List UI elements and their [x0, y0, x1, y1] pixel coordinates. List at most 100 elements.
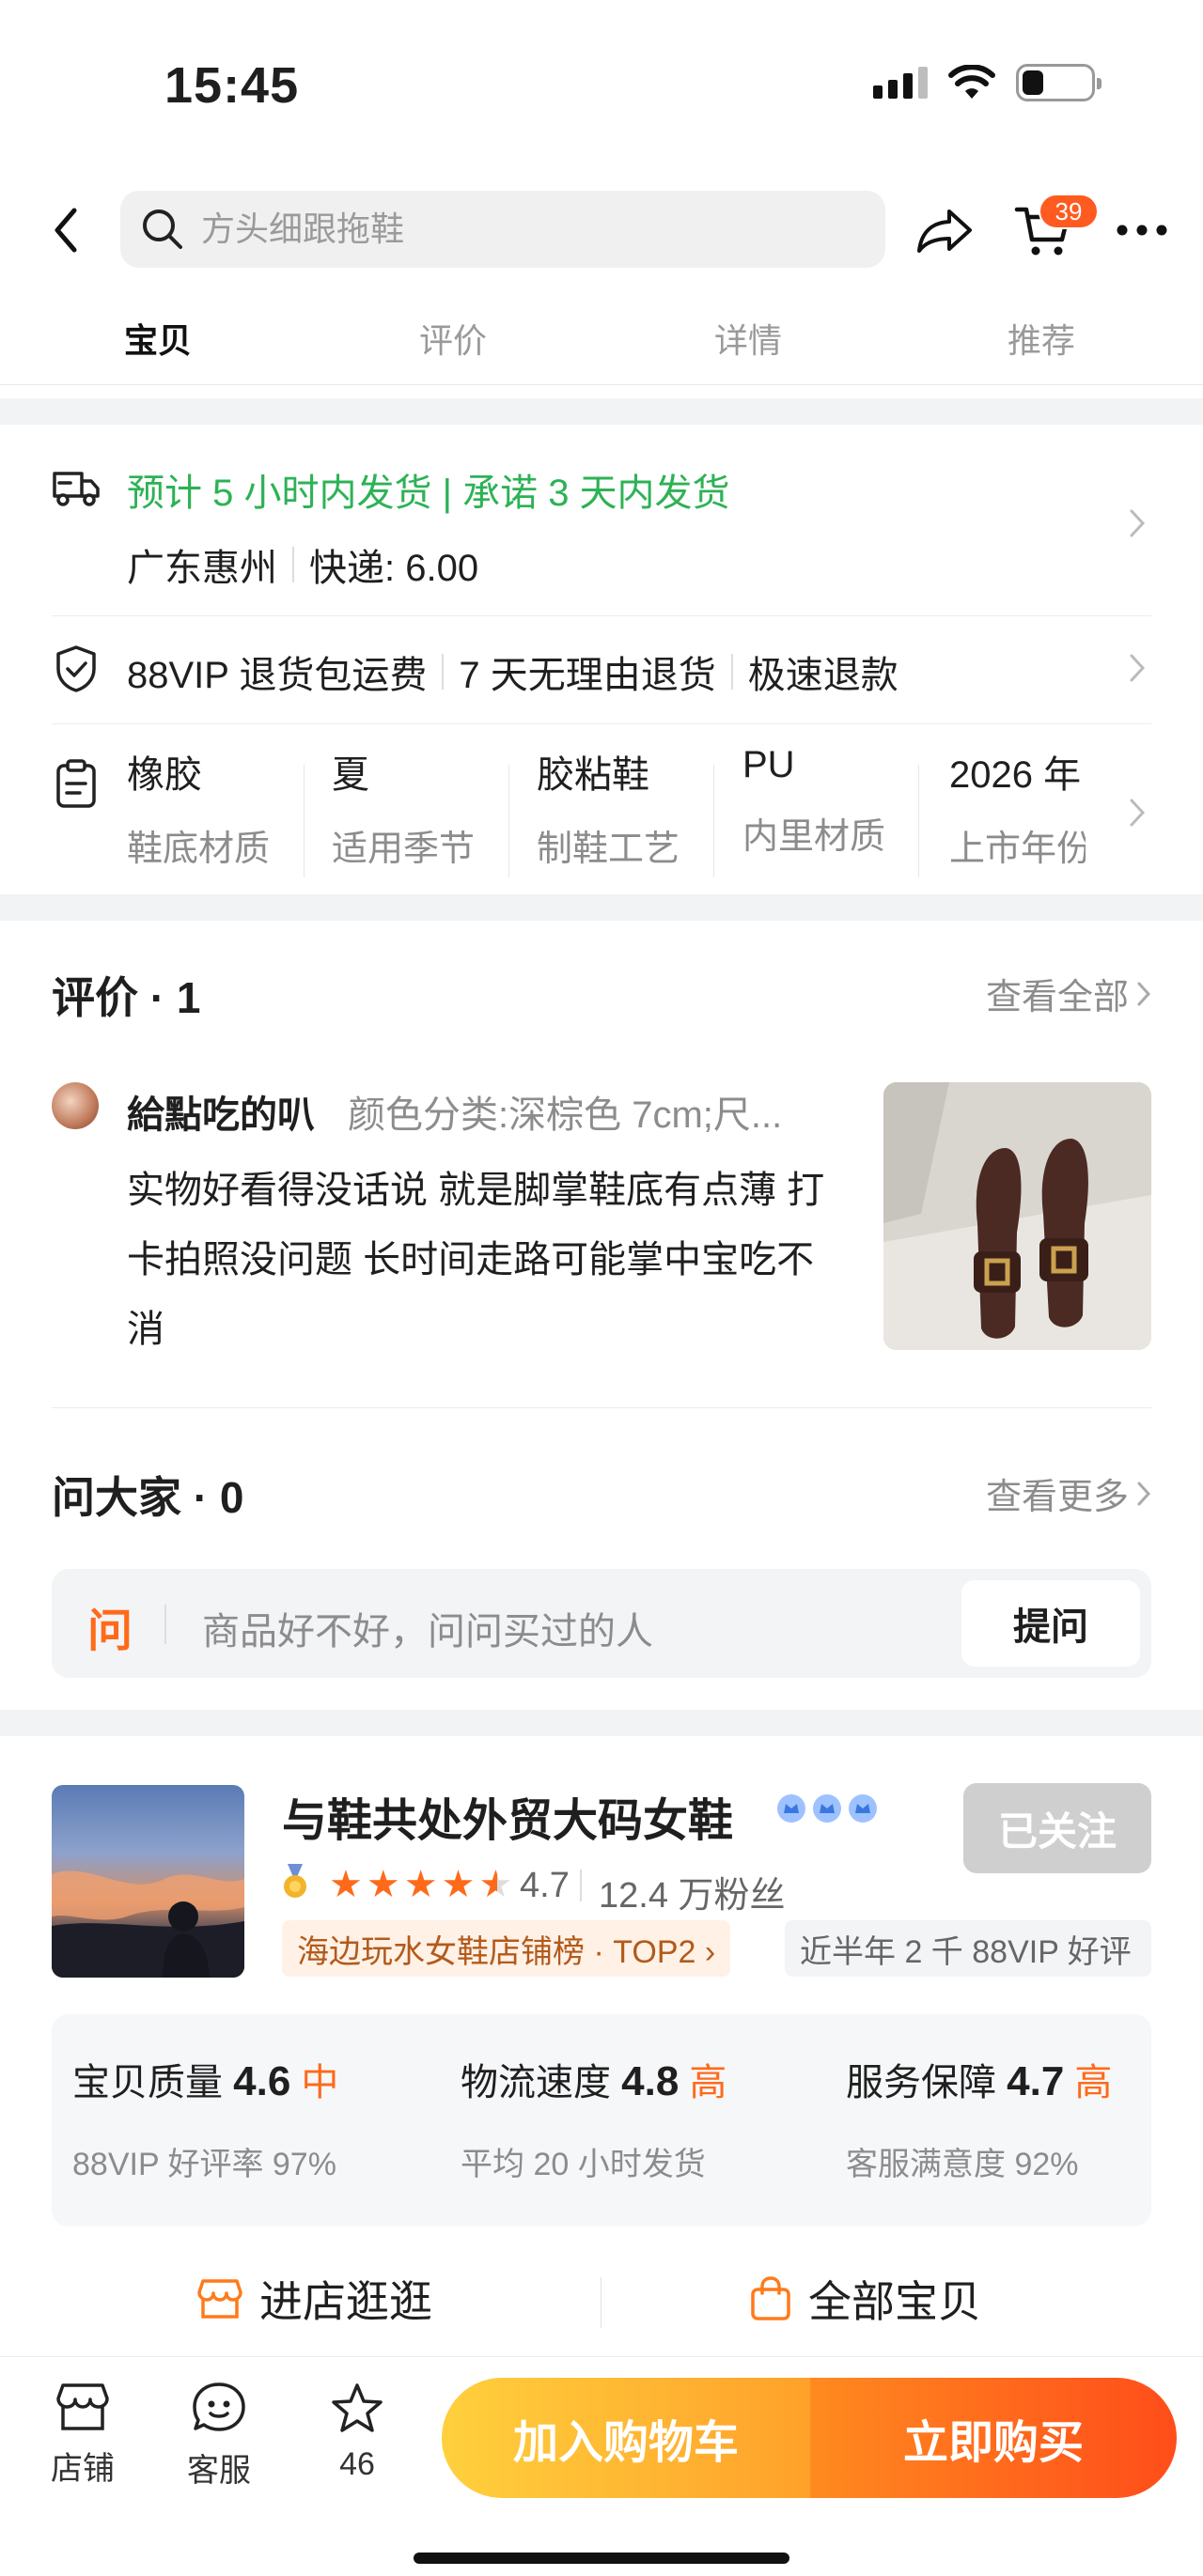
review-photo[interactable] — [883, 1082, 1151, 1350]
chevron-right-icon[interactable] — [1123, 509, 1151, 537]
status-time: 15:45 — [164, 57, 300, 114]
section-tabs: 宝贝 评价 详情 推荐 — [0, 301, 1203, 385]
shop-rank-tag[interactable]: 海边玩水女鞋店铺榜 · TOP2 › — [282, 1920, 731, 1977]
chevron-right-icon — [1123, 799, 1151, 827]
see-all-label: 查看全部 — [985, 978, 1129, 1017]
divider — [442, 654, 445, 690]
star-icon: ★ — [403, 1864, 438, 1905]
search-icon — [143, 209, 182, 249]
tab-item[interactable]: 宝贝 — [124, 314, 192, 363]
follow-button[interactable]: 已关注 — [963, 1783, 1151, 1873]
chevron-right-icon — [1137, 982, 1151, 1005]
ship-info: 广东惠州 快递: 6.00 — [127, 537, 478, 592]
score-level: 中 — [301, 2062, 339, 2103]
param-value: 2026 年 — [949, 754, 1082, 796]
shop-stars: ★ ★ ★ ★ ★ — [329, 1866, 512, 1903]
param-cell: 橡胶 鞋底材质 — [127, 744, 315, 876]
score-level: 高 — [689, 2062, 727, 2103]
params-scroll: 橡胶 鞋底材质 夏 适用季节 胶粘鞋 制鞋工艺 PU 内里材质 2026 年 上… — [127, 744, 1086, 885]
ship-origin: 广东惠州 — [127, 548, 277, 589]
divider — [601, 2277, 602, 2328]
star-icon: ★ — [441, 1864, 476, 1905]
store-tab[interactable]: 店铺 — [36, 2382, 130, 2489]
param-key: 内里材质 — [742, 817, 886, 857]
star-icon: ★ — [366, 1864, 400, 1905]
score-value: 4.6 — [233, 2058, 291, 2104]
param-cell: PU 内里材质 — [742, 744, 930, 876]
delivery-card: 预计 5 小时内发货 | 承诺 3 天内发货 广东惠州 快递: 6.00 88V… — [0, 425, 1203, 894]
score-label: 宝贝质量 — [72, 2062, 223, 2103]
service-item: 88VIP 退货包运费 — [127, 655, 428, 696]
ask-mark-icon: 问 — [87, 1606, 133, 1656]
shop-score-panel: 宝贝质量 4.6 中 88VIP 好评率 97% 物流速度 4.8 高 平均 2… — [52, 2014, 1151, 2227]
more-icon — [1117, 225, 1167, 236]
divider — [164, 1605, 166, 1644]
service-item: 7 天无理由退货 — [459, 655, 716, 696]
see-all-reviews-link[interactable]: 查看全部 — [986, 968, 1151, 1019]
qa-title: 问大家 · 0 — [52, 1473, 244, 1522]
crown-badges — [775, 1792, 879, 1824]
reviews-card: 评价 · 1 查看全部 給點吃的叭 颜色分类:深棕色 7cm;尺... 实物好看… — [0, 921, 1203, 1710]
score-level: 高 — [1074, 2062, 1113, 2103]
shop-fans: 12.4 万粉丝 — [599, 1876, 786, 1916]
divider — [580, 1870, 582, 1901]
more-button[interactable] — [1109, 197, 1175, 263]
divider — [918, 765, 919, 877]
enter-store-label: 进店逛逛 — [259, 2277, 432, 2326]
tab-reviews[interactable]: 评价 — [419, 314, 487, 363]
chevron-right-icon — [1137, 1482, 1151, 1505]
back-button[interactable] — [38, 202, 94, 258]
param-cell: 2026 年 上市年份 — [949, 744, 1086, 876]
favorite-count: 46 — [339, 2446, 375, 2482]
battery-icon — [1016, 64, 1101, 101]
param-key: 上市年份 — [949, 830, 1086, 869]
ask-placeholder: 商品好不好，问问买过的人 — [202, 1611, 653, 1653]
store-label: 店铺 — [51, 2451, 115, 2487]
divider — [292, 547, 294, 582]
service-row[interactable]: 88VIP 退货包运费 7 天无理由退货 极速退款 — [0, 616, 1203, 722]
tab-recommend[interactable]: 推荐 — [1008, 314, 1075, 363]
status-bar: 15:45 — [0, 0, 1203, 169]
param-value: 橡胶 — [127, 754, 202, 796]
param-key: 适用季节 — [332, 830, 476, 869]
bottom-action-bar: 店铺 客服 46 加入购物车 立即购买 — [0, 2356, 1203, 2576]
share-button[interactable] — [912, 197, 977, 263]
divider — [304, 765, 305, 877]
favorite-tab[interactable]: 46 — [310, 2382, 404, 2483]
all-items-label: 全部宝贝 — [808, 2277, 981, 2326]
signal-icon — [873, 67, 928, 99]
reviewer-name: 給點吃的叭 — [127, 1094, 315, 1136]
service-item: 极速退款 — [747, 655, 898, 696]
tab-details[interactable]: 详情 — [714, 314, 782, 363]
params-row[interactable]: 橡胶 鞋底材质 夏 适用季节 胶粘鞋 制鞋工艺 PU 内里材质 2026 年 上… — [0, 744, 1203, 885]
ask-question-box[interactable]: 问 商品好不好，问问买过的人 提问 — [52, 1569, 1151, 1678]
reviews-title: 评价 · 1 — [52, 973, 201, 1022]
all-items-button[interactable]: 全部宝贝 — [750, 2268, 981, 2330]
share-icon — [917, 209, 972, 253]
review-text[interactable]: 实物好看得没话说 就是脚掌鞋底有点薄 打卡拍照没问题 长时间走路可能掌中宝吃不消 — [127, 1156, 851, 1364]
search-input[interactable] — [201, 209, 859, 249]
param-value: 夏 — [332, 754, 369, 796]
search-bar[interactable] — [120, 191, 885, 268]
buy-now-button[interactable]: 立即购买 — [810, 2378, 1177, 2498]
add-to-cart-button[interactable]: 加入购物车 — [442, 2378, 810, 2498]
score-sub: 客服满意度 92% — [846, 2147, 1079, 2182]
see-more-qa-link[interactable]: 查看更多 — [986, 1467, 1151, 1519]
shop-card: 与鞋共处外贸大码女鞋 已关注 ★ ★ ★ ★ ★ 4.7 12.4 万粉丝 海边… — [0, 1736, 1203, 2356]
shop-logo[interactable] — [52, 1785, 244, 1978]
top-nav: 39 — [0, 169, 1203, 301]
score-service: 服务保障 4.7 高 客服满意度 92% — [846, 2052, 1112, 2184]
score-sub: 88VIP 好评率 97% — [72, 2147, 336, 2182]
shop-rating: 4.7 — [520, 1866, 570, 1905]
score-quality: 宝贝质量 4.6 中 88VIP 好评率 97% — [72, 2052, 338, 2184]
param-value: 胶粘鞋 — [537, 754, 649, 796]
shop-name[interactable]: 与鞋共处外贸大码女鞋 — [282, 1783, 733, 1849]
product-area-tail — [0, 385, 1203, 398]
chat-face-icon — [193, 2382, 245, 2431]
param-value: PU — [742, 744, 795, 785]
divider — [52, 723, 1151, 724]
wifi-icon — [948, 65, 995, 99]
customer-service-tab[interactable]: 客服 — [172, 2382, 266, 2491]
enter-store-button[interactable]: 进店逛逛 — [197, 2268, 432, 2330]
ask-button[interactable]: 提问 — [961, 1580, 1140, 1667]
